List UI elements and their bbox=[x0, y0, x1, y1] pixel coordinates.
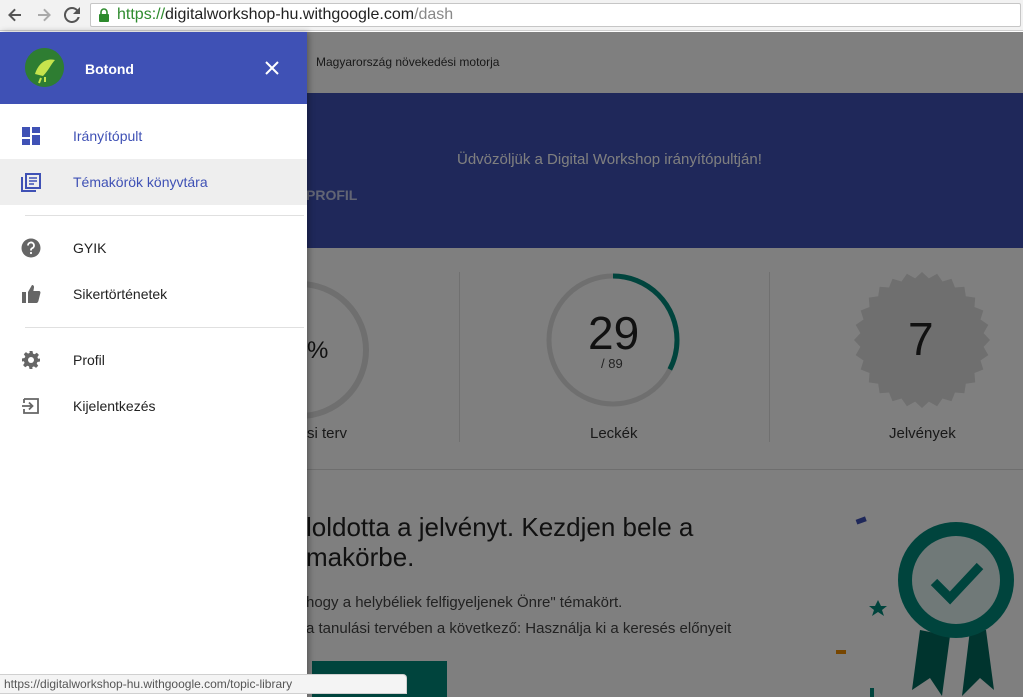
close-icon bbox=[265, 61, 279, 75]
menu-item-label: Profil bbox=[73, 352, 105, 368]
dashboard-icon bbox=[22, 127, 40, 145]
menu-item-topic-library[interactable]: Témakörök könyvtára bbox=[0, 159, 307, 205]
menu-item-label: GYIK bbox=[73, 240, 107, 256]
reload-button[interactable] bbox=[61, 5, 83, 25]
gear-icon bbox=[22, 351, 40, 369]
browser-toolbar: https://digitalworkshop-hu.withgoogle.co… bbox=[0, 0, 1023, 31]
thumb-up-icon bbox=[22, 285, 41, 303]
menu-item-faq[interactable]: GYIK bbox=[0, 225, 307, 271]
reload-icon bbox=[64, 7, 80, 23]
menu-item-label: Témakörök könyvtára bbox=[73, 174, 208, 190]
username: Botond bbox=[85, 61, 134, 77]
bird-logo-icon bbox=[25, 48, 64, 87]
back-button[interactable] bbox=[4, 5, 26, 25]
menu-item-label: Kijelentkezés bbox=[73, 398, 156, 414]
menu-item-logout[interactable]: Kijelentkezés bbox=[0, 383, 307, 429]
arrow-right-icon bbox=[38, 8, 51, 22]
menu-item-dashboard[interactable]: Irányítópult bbox=[0, 113, 307, 159]
status-bar-url: https://digitalworkshop-hu.withgoogle.co… bbox=[0, 674, 407, 694]
menu-item-profile[interactable]: Profil bbox=[0, 337, 307, 383]
forward-button[interactable] bbox=[33, 5, 55, 25]
avatar[interactable] bbox=[25, 48, 64, 87]
url-path: /dash bbox=[414, 6, 454, 23]
address-bar[interactable]: https://digitalworkshop-hu.withgoogle.co… bbox=[90, 3, 1021, 27]
menu-item-label: Sikertörténetek bbox=[73, 286, 168, 302]
logout-icon bbox=[22, 398, 39, 414]
url-scheme: https:// bbox=[117, 6, 166, 23]
menu-divider bbox=[25, 327, 304, 328]
drawer-header: Botond bbox=[0, 32, 307, 104]
close-drawer-button[interactable] bbox=[260, 56, 284, 80]
url-text: https://digitalworkshop-hu.withgoogle.co… bbox=[117, 6, 453, 24]
menu-item-success-stories[interactable]: Sikertörténetek bbox=[0, 271, 307, 317]
navigation-drawer: Botond Irányítópult Témakörök könyvtára … bbox=[0, 32, 307, 697]
library-icon bbox=[21, 173, 41, 192]
url-host: digitalworkshop-hu.withgoogle.com bbox=[165, 6, 415, 23]
arrow-left-icon bbox=[8, 8, 21, 22]
menu-item-label: Irányítópult bbox=[73, 128, 143, 144]
lock-icon bbox=[99, 8, 109, 22]
menu-divider bbox=[25, 215, 304, 216]
help-icon bbox=[21, 238, 41, 258]
